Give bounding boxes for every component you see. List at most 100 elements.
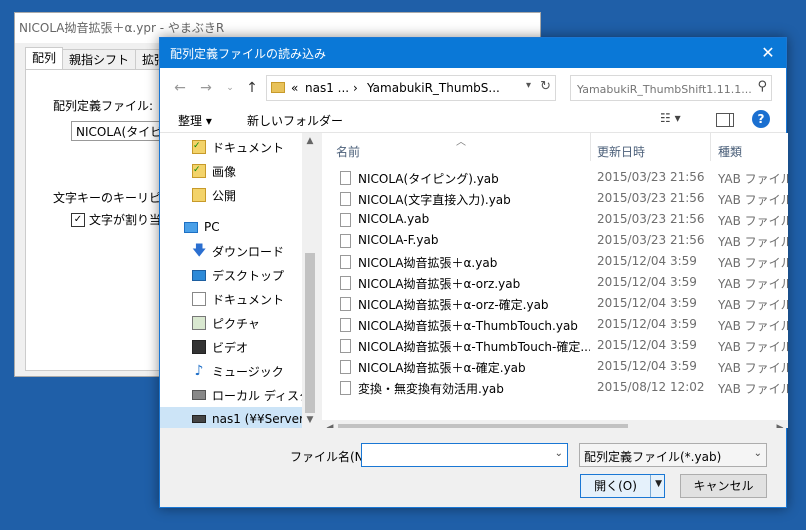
close-icon[interactable]: ✕ (750, 38, 786, 68)
refresh-icon[interactable]: ↻ (540, 79, 551, 94)
scrollbar-thumb[interactable] (338, 424, 628, 428)
file-date: 2015/03/23 21:56 (597, 191, 705, 205)
cancel-button[interactable]: キャンセル (680, 474, 767, 498)
column-header-date[interactable]: 更新日時 (597, 143, 645, 160)
column-divider[interactable] (710, 133, 711, 161)
new-folder-button[interactable]: 新しいフォルダー (247, 112, 343, 129)
document-icon (192, 292, 206, 306)
images-folder-icon (192, 164, 206, 178)
filename-input[interactable] (362, 444, 548, 468)
file-row[interactable]: NICOLA拗音拡張＋α.yab 2015/12/04 3:59 YAB ファイ… (322, 251, 788, 272)
scroll-down-icon[interactable]: ▼ (302, 412, 318, 428)
help-icon[interactable]: ? (752, 110, 770, 128)
checkbox-checked-icon: ✓ (71, 212, 85, 227)
scroll-up-icon[interactable]: ▲ (302, 133, 318, 149)
file-icon (340, 255, 351, 269)
network-drive-icon (192, 415, 206, 423)
scroll-right-icon[interactable]: ▶ (772, 420, 788, 428)
file-icon (340, 276, 351, 290)
nav-item-public[interactable]: 公開 (160, 183, 318, 207)
tab-thumb-shift[interactable]: 親指シフト (62, 49, 137, 70)
file-name: NICOLA拗音拡張＋α-ThumbTouch.yab (358, 319, 578, 333)
assigned-key-checkbox[interactable]: ✓ 文字が割り当て (71, 211, 173, 228)
up-arrow-icon[interactable]: ↑ (242, 78, 262, 98)
file-icon (340, 213, 351, 227)
nav-item-images[interactable]: 画像 (160, 159, 318, 183)
address-overflow[interactable]: « (291, 81, 298, 95)
nav-item-pictures[interactable]: ピクチャ (160, 311, 318, 335)
organize-button[interactable]: 整理 ▾ (178, 112, 212, 129)
file-name: NICOLA拗音拡張＋α-orz-確定.yab (358, 298, 549, 312)
dialog-titlebar: 配列定義ファイルの読み込み ✕ (160, 38, 786, 68)
file-row[interactable]: NICOLA(タイピング).yab 2015/03/23 21:56 YAB フ… (322, 167, 788, 188)
file-list-horizontal-scrollbar[interactable]: ◀ ▶ (322, 420, 788, 428)
music-icon: ♪ (194, 363, 204, 379)
file-row[interactable]: NICOLA拗音拡張＋α-確定.yab 2015/12/04 3:59 YAB … (322, 356, 788, 377)
open-button[interactable]: 開く(O) ▼ (580, 474, 665, 498)
file-date: 2015/08/12 12:02 (597, 380, 705, 394)
nav-item-desktop[interactable]: デスクトップ (160, 263, 318, 287)
video-icon (192, 340, 206, 354)
file-row[interactable]: NICOLA-F.yab 2015/03/23 21:56 YAB ファイル (322, 230, 788, 251)
file-name: NICOLA拗音拡張＋α-ThumbTouch-確定... (358, 340, 590, 354)
file-icon (340, 171, 351, 185)
search-input[interactable] (571, 76, 754, 102)
nav-item-label: ドキュメント (212, 140, 285, 155)
nav-item-pc[interactable]: PC (160, 215, 318, 239)
nav-item-music[interactable]: ♪ ミュージック (160, 359, 318, 383)
scrollbar-thumb[interactable] (305, 253, 315, 413)
tab-layout[interactable]: 配列 (25, 47, 64, 70)
column-header-type[interactable]: 種類 (718, 143, 742, 160)
address-bar[interactable]: « nas1 ... › YamabukiR_ThumbS... ▾ ↻ (266, 75, 556, 101)
file-row[interactable]: NICOLA.yab 2015/03/23 21:56 YAB ファイル (322, 209, 788, 230)
breadcrumb-nas1[interactable]: nas1 ... (305, 81, 349, 95)
search-icon[interactable]: ⚲ (757, 79, 767, 94)
file-date: 2015/12/04 3:59 (597, 275, 697, 289)
scroll-left-icon[interactable]: ◀ (322, 420, 338, 428)
file-icon (340, 360, 351, 374)
preview-pane-icon[interactable] (716, 113, 734, 127)
file-row[interactable]: NICOLA拗音拡張＋α-ThumbTouch.yab 2015/12/04 3… (322, 314, 788, 335)
breadcrumb-folder[interactable]: YamabukiR_ThumbS... (367, 81, 500, 95)
filename-dropdown-icon[interactable]: ⌄ (555, 448, 563, 459)
file-type: YAB ファイル (718, 172, 788, 186)
filename-field[interactable]: ⌄ (361, 443, 568, 468)
nav-item-label: 画像 (212, 164, 237, 179)
search-box[interactable]: ⚲ (570, 75, 772, 102)
nav-item-label: 公開 (212, 188, 237, 203)
nav-item-label: ビデオ (212, 340, 249, 355)
nav-item-nas1[interactable]: nas1 (¥¥Server20 (160, 407, 318, 428)
file-date: 2015/12/04 3:59 (597, 317, 697, 331)
nav-item-label: ドキュメント (212, 292, 285, 307)
file-type: YAB ファイル (718, 214, 788, 228)
forward-arrow-icon[interactable]: → (196, 78, 216, 98)
column-header-name[interactable]: 名前 (336, 143, 360, 160)
nav-item-downloads[interactable]: 🡇 ダウンロード (160, 239, 318, 263)
pc-icon (184, 221, 198, 233)
address-dropdown-icon[interactable]: ▾ (526, 80, 531, 91)
file-row[interactable]: NICOLA拗音拡張＋α-orz-確定.yab 2015/12/04 3:59 … (322, 293, 788, 314)
file-row[interactable]: NICOLA拗音拡張＋α-orz.yab 2015/12/04 3:59 YAB… (322, 272, 788, 293)
view-options-icon[interactable]: ☷ ▾ (660, 111, 681, 125)
file-row[interactable]: 変換・無変換有効活用.yab 2015/08/12 12:02 YAB ファイル (322, 377, 788, 398)
nav-item-documents[interactable]: ドキュメント (160, 287, 318, 311)
file-name: NICOLA(文字直接入力).yab (358, 193, 511, 207)
back-arrow-icon[interactable]: ← (170, 78, 190, 98)
file-type: YAB ファイル (718, 298, 788, 312)
open-button-label[interactable]: 開く(O) (581, 475, 651, 497)
file-name: NICOLA拗音拡張＋α-確定.yab (358, 361, 526, 375)
file-type: YAB ファイル (718, 235, 788, 249)
recent-locations-chevron-icon[interactable]: ⌄ (220, 78, 240, 98)
nav-pane-scrollbar[interactable]: ▲ ▼ (302, 133, 318, 428)
file-row[interactable]: NICOLA拗音拡張＋α-ThumbTouch-確定... 2015/12/04… (322, 335, 788, 356)
nav-item-documents-favorite[interactable]: ドキュメント (160, 135, 318, 159)
open-options-dropdown-icon[interactable]: ▼ (655, 479, 662, 489)
chevron-down-icon: ⌄ (753, 448, 762, 459)
column-divider[interactable] (590, 133, 591, 161)
file-icon (340, 234, 351, 248)
file-row[interactable]: NICOLA(文字直接入力).yab 2015/03/23 21:56 YAB … (322, 188, 788, 209)
file-type-filter[interactable]: 配列定義ファイル(*.yab) ⌄ (579, 443, 767, 467)
breadcrumb-separator: › (353, 81, 358, 95)
nav-item-videos[interactable]: ビデオ (160, 335, 318, 359)
nav-item-local-disk[interactable]: ローカル ディスク (C (160, 383, 318, 407)
